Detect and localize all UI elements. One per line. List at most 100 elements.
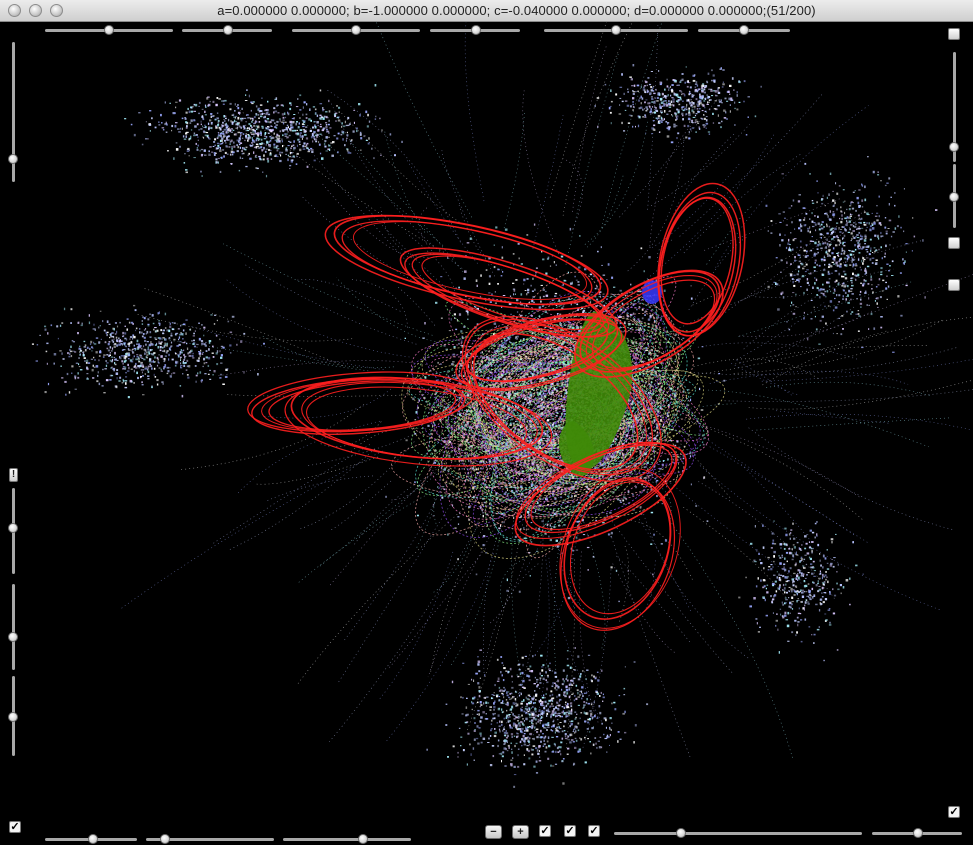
window-title: a=0.000000 0.000000; b=-1.000000 0.00000…: [217, 3, 816, 18]
cloud-point: [607, 533, 610, 536]
cloud-point: [839, 229, 843, 230]
cloud-point: [481, 351, 483, 354]
cloud-point: [315, 140, 318, 143]
cloud-point: [252, 139, 254, 142]
cloud-point: [528, 403, 530, 406]
cloud-point: [817, 215, 819, 218]
cloud-point: [808, 284, 810, 286]
cloud-point: [633, 337, 635, 339]
cloud-point: [653, 418, 656, 421]
cloud-point: [78, 363, 80, 366]
minimize-window-button[interactable]: [29, 4, 42, 17]
cloud-point: [664, 100, 667, 102]
cloud-point: [876, 297, 879, 300]
close-window-button[interactable]: [8, 4, 21, 17]
cloud-point: [836, 222, 839, 224]
cloud-point: [304, 145, 307, 148]
cloud-point: [815, 328, 818, 331]
cloud-point: [171, 124, 174, 128]
cloud-point: [584, 268, 587, 271]
cloud-point: [257, 135, 259, 137]
cloud-point: [190, 129, 193, 131]
cloud-point: [289, 168, 291, 170]
cloud-point: [259, 132, 262, 135]
cloud-point: [178, 131, 181, 133]
cloud-point: [380, 154, 382, 156]
cloud-point: [710, 99, 712, 101]
cloud-point: [105, 331, 107, 334]
cloud-point: [219, 373, 222, 376]
cloud-point: [85, 362, 88, 364]
cloud-point: [862, 284, 865, 287]
cloud-point: [180, 349, 182, 352]
cloud-point: [844, 241, 846, 243]
cloud-point: [266, 140, 268, 143]
cloud-point: [443, 344, 446, 347]
cloud-point: [855, 313, 858, 315]
cloud-point: [188, 354, 192, 357]
cloud-point: [632, 103, 634, 106]
cloud-point: [641, 490, 643, 492]
cloud-point: [185, 369, 188, 371]
cloud-point: [539, 497, 541, 500]
cloud-point: [190, 119, 193, 122]
cloud-point: [132, 337, 134, 340]
cloud-point: [852, 225, 854, 228]
cloud-point: [826, 224, 828, 228]
cloud-point: [233, 116, 236, 118]
cloud-point: [456, 319, 458, 322]
cloud-point: [832, 309, 835, 312]
cloud-point: [475, 279, 478, 282]
cloud-point: [137, 343, 141, 346]
cloud-point: [682, 337, 685, 339]
cloud-point: [653, 533, 655, 536]
cloud-point: [888, 177, 891, 180]
attractor-canvas[interactable]: ! ✓ ✓ − + ✓ ✓ ✓: [0, 22, 973, 845]
cloud-point: [312, 126, 315, 129]
cloud-point: [225, 130, 228, 134]
cloud-point: [164, 344, 166, 347]
cloud-point: [827, 305, 830, 307]
cloud-point: [818, 240, 820, 243]
cloud-point: [80, 348, 82, 351]
cloud-point: [432, 503, 435, 506]
cloud-point: [305, 137, 309, 140]
cloud-point: [489, 301, 492, 303]
cloud-point: [831, 238, 833, 241]
cloud-point: [488, 282, 491, 285]
cloud-point: [260, 135, 262, 136]
cloud-point: [457, 523, 460, 525]
cloud-point: [694, 119, 698, 121]
cloud-point: [712, 122, 715, 124]
cloud-point: [847, 294, 849, 297]
cloud-point: [322, 107, 324, 110]
cloud-point: [91, 368, 94, 372]
cloud-point: [125, 359, 127, 362]
cloud-point: [109, 374, 113, 377]
title-bar[interactable]: a=0.000000 0.000000; b=-1.000000 0.00000…: [0, 0, 973, 22]
cloud-point: [851, 250, 853, 253]
cloud-point: [147, 346, 149, 349]
cloud-point: [643, 348, 645, 351]
cloud-point: [881, 257, 883, 260]
cloud-point: [152, 360, 154, 363]
cloud-point: [180, 325, 182, 327]
cloud-point: [175, 360, 177, 363]
zoom-window-button[interactable]: [50, 4, 63, 17]
cloud-point: [833, 263, 836, 265]
cloud-point: [93, 343, 97, 345]
cloud-point: [221, 156, 223, 159]
cloud-point: [466, 311, 469, 314]
cloud-point: [118, 380, 121, 382]
cloud-point: [261, 97, 263, 99]
cloud-point: [854, 190, 856, 192]
cloud-point: [902, 258, 904, 261]
cloud-point: [812, 286, 814, 289]
cloud-point: [136, 355, 139, 358]
cloud-point: [500, 482, 502, 484]
cloud-point: [133, 347, 136, 350]
cloud-point: [846, 219, 848, 222]
cloud-point: [603, 466, 606, 468]
cloud-point: [888, 219, 892, 222]
cloud-point: [463, 277, 466, 280]
